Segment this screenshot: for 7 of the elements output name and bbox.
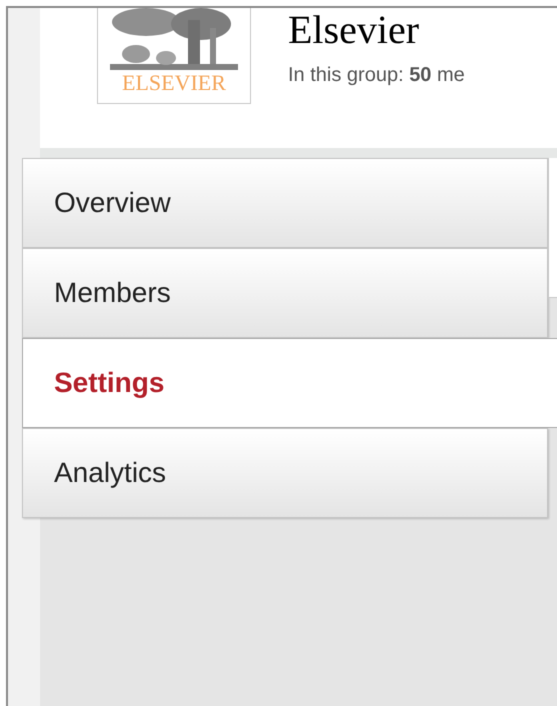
nav-tab[interactable]: Overview xyxy=(22,158,548,248)
nav-tab[interactable]: Members xyxy=(22,248,548,338)
nav-tab[interactable]: Analytics xyxy=(22,428,548,518)
logo-text: ELSEVIER xyxy=(122,70,226,96)
group-title: Elsevier xyxy=(288,8,420,52)
nav-tab[interactable]: Settings xyxy=(22,338,557,428)
group-info: In this group: 50 me xyxy=(288,63,465,88)
